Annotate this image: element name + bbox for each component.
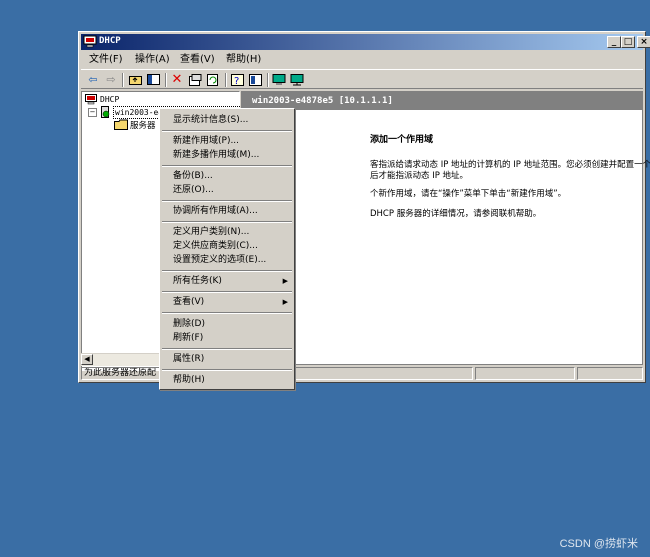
menu-item-restore[interactable]: 还原(O)... (162, 183, 292, 197)
submenu-arrow-icon: ▶ (282, 277, 288, 285)
details-line-2: 后才能指派动态 IP 地址。 (370, 171, 469, 181)
menu-item-view-label: 查看(V) (173, 297, 205, 307)
tree-root-label[interactable]: DHCP (100, 95, 119, 104)
server-icon (101, 106, 110, 118)
menu-item-set-predefined-options[interactable]: 设置预定义的选项(E)... (162, 253, 292, 267)
watermark-text: CSDN @捞虾米 (559, 538, 638, 550)
menu-item-backup[interactable]: 备份(B)... (162, 169, 292, 183)
menu-bar: 文件(F) 操作(A) 查看(V) 帮助(H) (81, 51, 643, 68)
collapse-toggle-icon[interactable]: − (88, 108, 97, 117)
folder-icon (114, 119, 128, 130)
menu-view[interactable]: 查看(V) (180, 53, 215, 67)
properties-icon[interactable] (187, 72, 203, 87)
monitor-icon[interactable] (271, 72, 287, 87)
toolbar: ⇦ ⇨ ✕ ? (81, 69, 643, 89)
dhcp-root-icon (85, 94, 97, 105)
menu-item-view[interactable]: 查看(V) ▶ (162, 295, 292, 309)
show-tree-icon[interactable] (145, 72, 161, 87)
close-button[interactable]: × (637, 36, 650, 48)
refresh-icon[interactable] (205, 72, 221, 87)
console-icon[interactable] (247, 72, 263, 87)
menu-item-define-user-classes[interactable]: 定义用户类别(N)... (162, 225, 292, 239)
status-cell-4 (577, 367, 643, 380)
details-line-4: DHCP 服务器的详细情况，请参阅联机帮助。 (370, 209, 542, 219)
maximize-button[interactable]: □ (621, 36, 635, 48)
help-icon[interactable]: ? (229, 72, 245, 87)
monitor-net-icon[interactable] (289, 72, 305, 87)
context-menu: 显示统计信息(S)... 新建作用域(P)... 新建多播作用域(M)... 备… (159, 108, 295, 390)
menu-item-all-tasks[interactable]: 所有任务(K) ▶ (162, 274, 292, 288)
menu-item-show-stats[interactable]: 显示统计信息(S)... (162, 113, 292, 127)
menu-item-properties[interactable]: 属性(R) (162, 352, 292, 366)
details-line-3: 个新作用域，请在“操作”菜单下单击“新建作用域”。 (370, 189, 567, 199)
menu-item-new-multicast-scope[interactable]: 新建多播作用域(M)... (162, 148, 292, 162)
forward-arrow-icon[interactable]: ⇨ (103, 72, 119, 87)
details-heading: 添加一个作用域 (370, 135, 434, 145)
menu-item-delete[interactable]: 删除(D) (162, 317, 292, 331)
delete-icon[interactable]: ✕ (169, 72, 185, 87)
scroll-left-icon[interactable]: ◀ (81, 354, 93, 365)
status-cell-3 (475, 367, 575, 380)
menu-item-refresh[interactable]: 刷新(F) (162, 331, 292, 345)
submenu-arrow-icon: ▶ (282, 298, 288, 306)
details-pane: win2003-e4878e5 [10.1.1.1] 添加一个作用域 客指派给请… (241, 91, 650, 365)
menu-item-all-tasks-label: 所有任务(K) (173, 276, 222, 286)
dhcp-app-icon (83, 35, 97, 48)
menu-item-new-scope[interactable]: 新建作用域(P)... (162, 134, 292, 148)
menu-item-reconcile-all[interactable]: 协调所有作用域(A)... (162, 204, 292, 218)
window-title: DHCP (99, 36, 121, 46)
tree-child-label[interactable]: 服务器 (130, 119, 156, 131)
menu-action[interactable]: 操作(A) (135, 53, 170, 67)
menu-item-define-vendor-classes[interactable]: 定义供应商类别(C)... (162, 239, 292, 253)
svg-text:?: ? (234, 76, 239, 86)
minimize-button[interactable]: _ (607, 36, 621, 48)
title-bar[interactable]: DHCP _ □ × (81, 34, 650, 50)
menu-file[interactable]: 文件(F) (89, 53, 123, 67)
menu-item-help[interactable]: 帮助(H) (162, 373, 292, 387)
up-folder-icon[interactable] (127, 72, 143, 87)
back-arrow-icon[interactable]: ⇦ (85, 72, 101, 87)
menu-help[interactable]: 帮助(H) (226, 53, 261, 67)
details-header: win2003-e4878e5 [10.1.1.1] (242, 92, 642, 110)
